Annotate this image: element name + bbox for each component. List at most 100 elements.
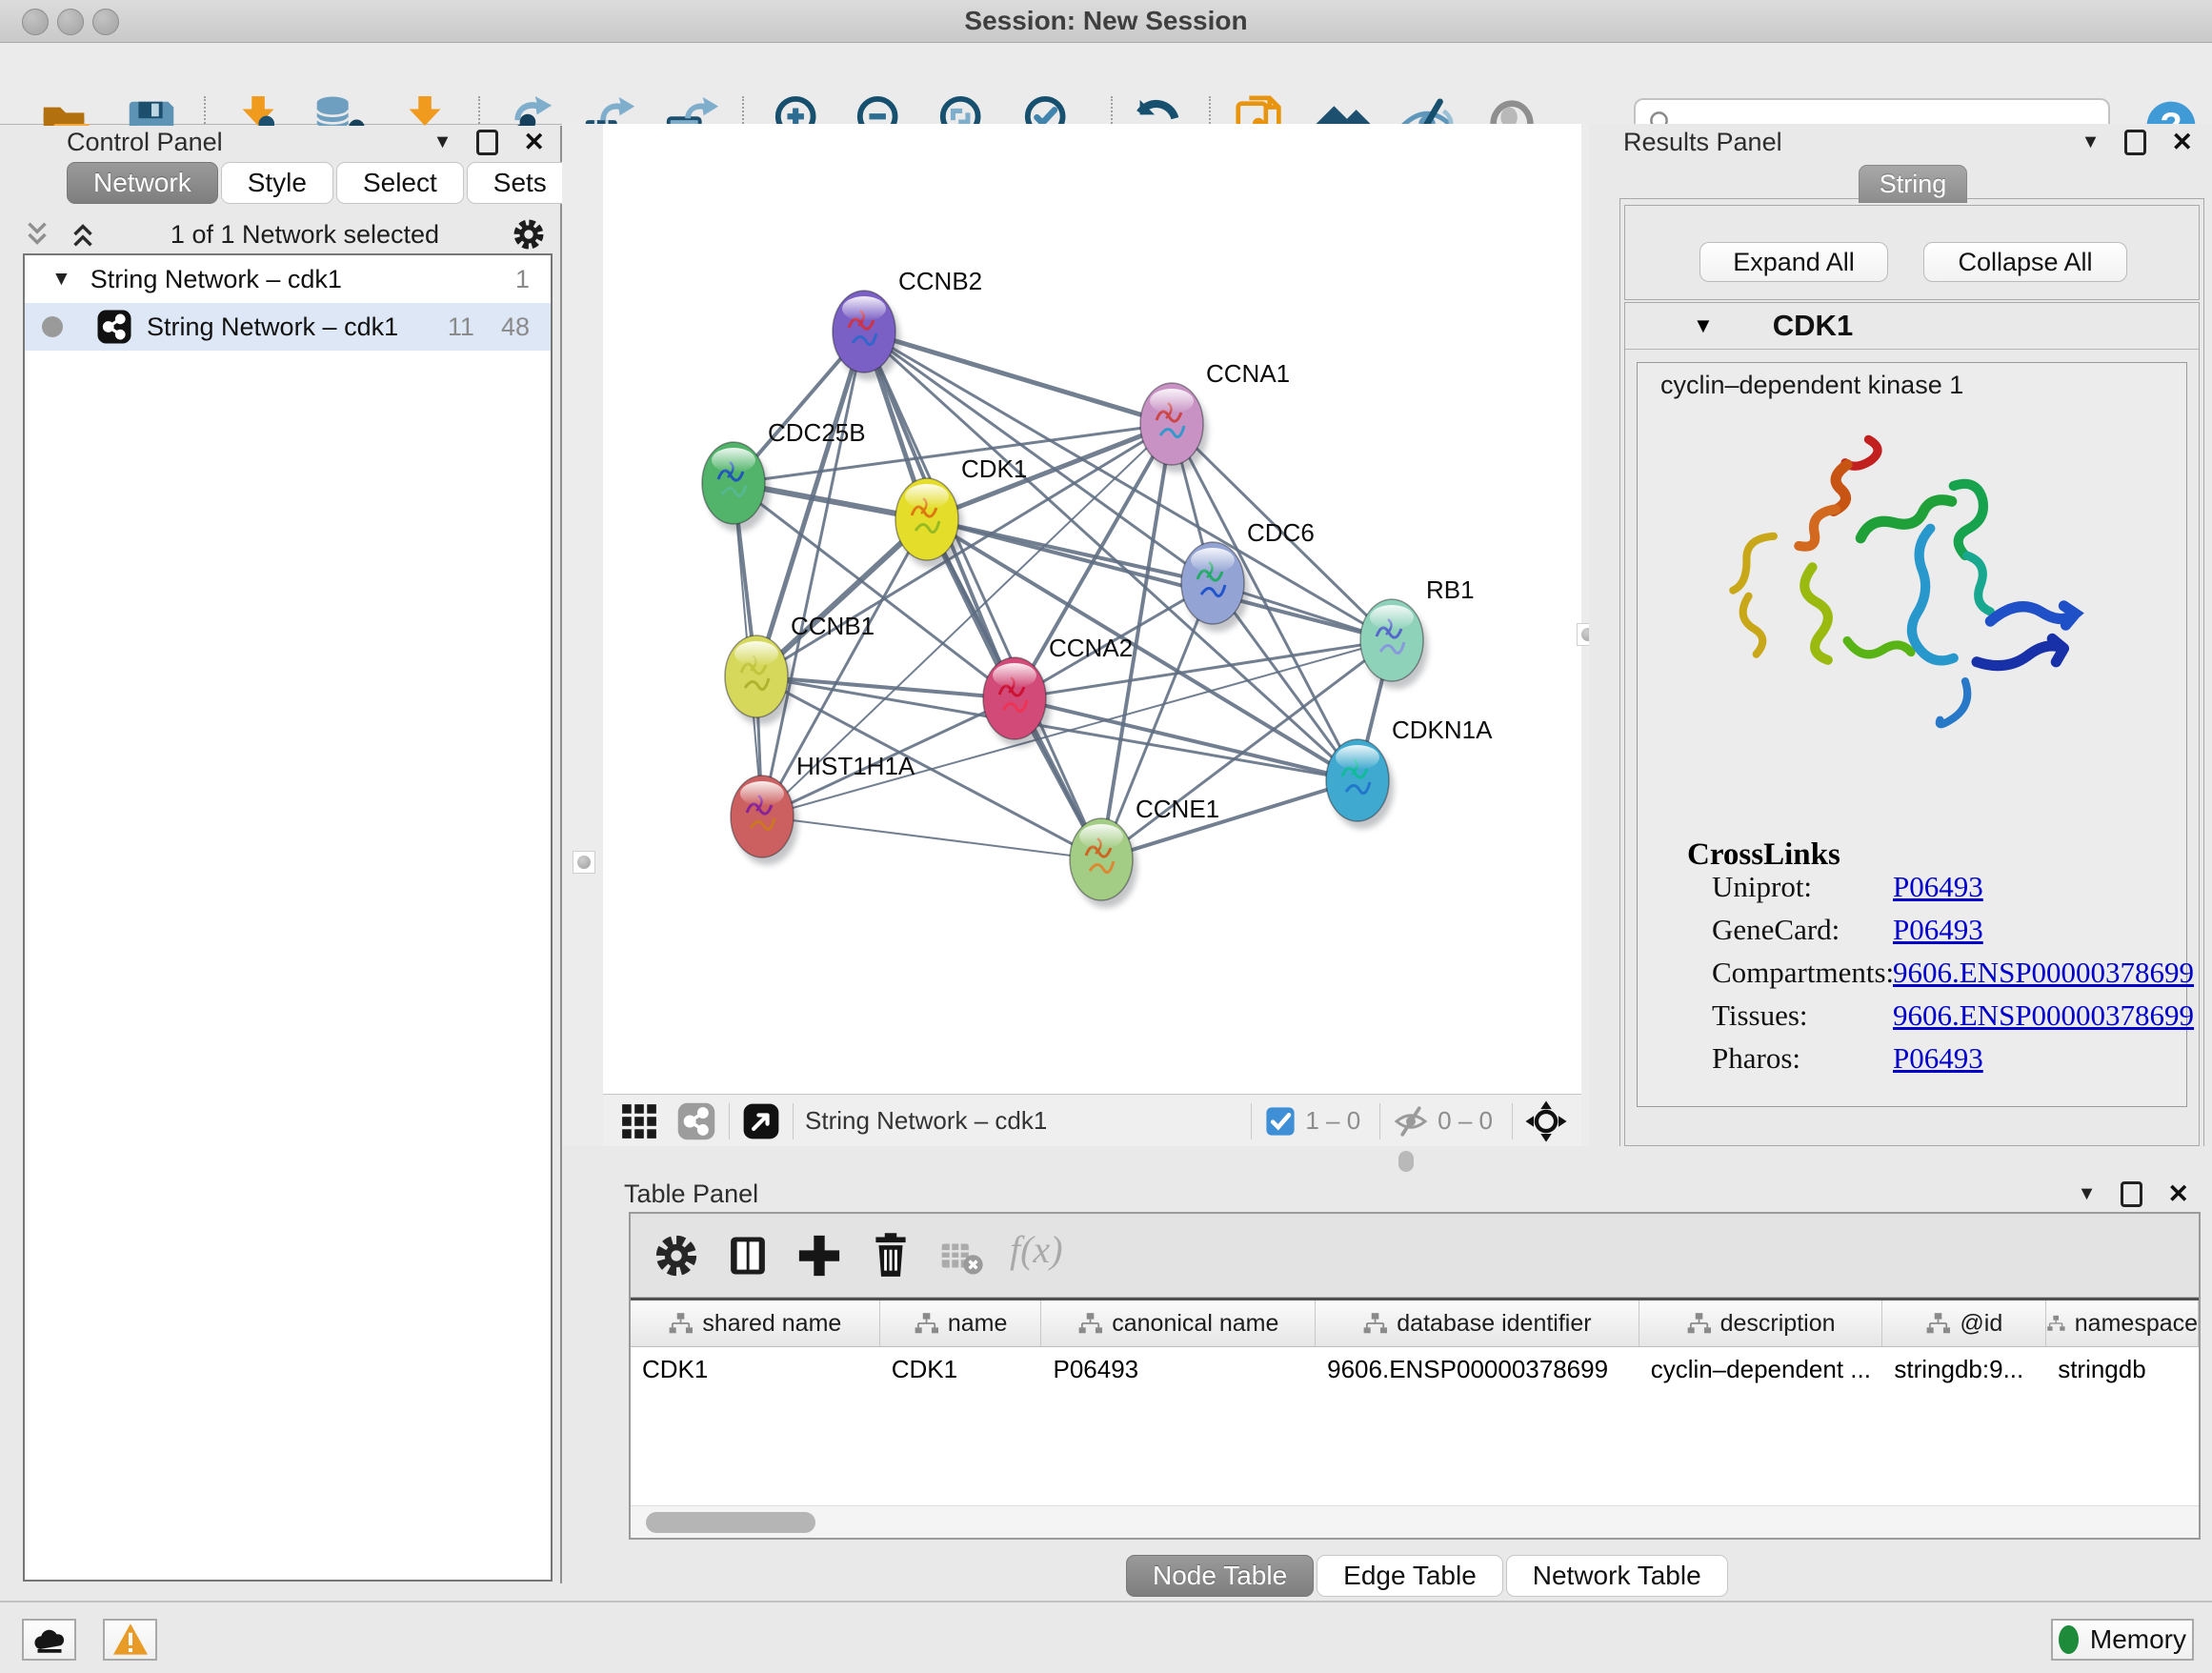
collapse-panel-icon[interactable]: ▼ (2078, 1183, 2097, 1205)
node-label: CDC25B (768, 418, 866, 447)
table-header-row: shared name namecanonical namedatabase id… (631, 1298, 2199, 1347)
network-node-ccnb1[interactable]: CCNB1 (725, 612, 875, 725)
node-label: CDKN1A (1392, 716, 1493, 744)
table-cell: CDK1 (631, 1347, 880, 1391)
results-panel: Results Panel ▼ ✕ String Expand All Coll… (1589, 124, 2212, 1148)
collapse-section-icon[interactable]: ▼ (1693, 313, 1714, 338)
node-label: CDC6 (1247, 518, 1315, 547)
column-header-database-identifier[interactable]: database identifier (1316, 1300, 1639, 1346)
network-selection-status: 1 of 1 Network selected (99, 220, 511, 250)
close-panel-icon[interactable]: ✕ (2167, 1181, 2189, 1207)
grid-view-icon[interactable] (618, 1100, 660, 1142)
splitter-handle[interactable] (573, 851, 595, 874)
show-columns-button[interactable] (723, 1229, 776, 1282)
results-panel-title: Results Panel (1623, 128, 1782, 157)
float-panel-icon[interactable] (2121, 1181, 2142, 1207)
network-collection-row[interactable]: ▼ String Network – cdk1 1 (25, 255, 551, 303)
table-settings-button[interactable] (652, 1229, 705, 1282)
open-in-window-icon[interactable] (741, 1101, 781, 1141)
close-panel-icon[interactable]: ✕ (523, 130, 545, 155)
trash-icon (867, 1232, 915, 1280)
tab-network[interactable]: Network (67, 162, 218, 204)
table-cell: cyclin–dependent ... (1639, 1347, 1883, 1391)
node-label: CCNB1 (791, 612, 875, 640)
tab-style[interactable]: Style (221, 162, 333, 204)
column-header-label: shared name (702, 1310, 841, 1338)
gear-icon[interactable] (511, 216, 547, 252)
vertical-splitter[interactable] (562, 124, 603, 1146)
birds-eye-view-icon[interactable] (675, 1100, 717, 1142)
crosslink-link[interactable]: 9606.ENSP00000378699 (1893, 956, 2194, 990)
function-builder-button[interactable]: f(x) (1010, 1227, 1063, 1272)
tab-node-table[interactable]: Node Table (1126, 1555, 1314, 1597)
minimize-window-button[interactable] (57, 9, 84, 35)
float-panel-icon[interactable] (476, 130, 498, 155)
gene-details: cyclin–dependent kinase 1 (1637, 362, 2187, 1107)
collapse-panel-icon[interactable]: ▼ (2081, 131, 2101, 153)
collapse-all-button[interactable]: Collapse All (1923, 242, 2127, 282)
cloud-status-button[interactable] (22, 1619, 76, 1661)
tab-edge-table[interactable]: Edge Table (1317, 1555, 1503, 1597)
crosslink-link[interactable]: P06493 (1893, 1041, 1983, 1076)
crosslink-label: GeneCard: (1712, 913, 1840, 947)
column-header-shared-name[interactable]: shared name (631, 1300, 880, 1346)
tab-sets[interactable]: Sets (467, 162, 573, 204)
column-header-@id[interactable]: @id (1882, 1300, 2046, 1346)
network-node-ccne1[interactable]: CCNE1 (1070, 795, 1219, 908)
node-label: RB1 (1426, 575, 1475, 604)
splitter-handle[interactable] (1398, 1151, 1414, 1172)
create-column-button[interactable] (794, 1229, 848, 1282)
delete-column-button[interactable] (867, 1229, 920, 1282)
crosslink-link[interactable]: P06493 (1893, 913, 1983, 947)
column-header-description[interactable]: description (1639, 1300, 1883, 1346)
horizontal-splitter[interactable] (562, 1146, 2212, 1178)
network-node-ccna1[interactable]: CCNA1 (1140, 359, 1290, 473)
network-row[interactable]: String Network – cdk1 11 48 (25, 303, 551, 351)
warning-icon (111, 1623, 150, 1657)
scrollbar-thumb[interactable] (646, 1512, 815, 1533)
column-header-namespace[interactable]: namespace (2046, 1300, 2199, 1346)
network-canvas[interactable]: CCNB2CCNA1CDC25BCDK1CDC6RB1CCNB1CCNA2CDK… (603, 124, 1581, 1094)
memory-button[interactable]: Memory (2051, 1619, 2194, 1661)
chevron-double-down-icon[interactable] (21, 218, 53, 251)
crosslink-link[interactable]: 9606.ENSP00000378699 (1893, 998, 2194, 1033)
horizontal-scrollbar[interactable] (631, 1505, 2199, 1538)
table-row[interactable]: CDK1CDK1P064939606.ENSP00000378699cyclin… (631, 1347, 2199, 1391)
shared-column-icon (2046, 1311, 2065, 1336)
string-network-icon (95, 308, 133, 346)
fit-content-crosshair-icon[interactable] (1524, 1099, 1568, 1143)
node-label: CCNA2 (1049, 634, 1133, 662)
selected-checkbox-icon[interactable] (1263, 1104, 1297, 1139)
float-panel-icon[interactable] (2124, 130, 2146, 155)
expand-all-button[interactable]: Expand All (1699, 242, 1888, 282)
control-panel-tabs: NetworkStyleSelectSets (67, 162, 576, 204)
shared-column-icon (1686, 1311, 1711, 1336)
column-header-canonical-name[interactable]: canonical name (1041, 1300, 1316, 1346)
warnings-button[interactable] (103, 1619, 157, 1661)
chevron-double-up-icon[interactable] (67, 218, 99, 251)
hidden-eye-icon[interactable] (1392, 1102, 1430, 1140)
gene-section-header[interactable]: ▼ CDK1 (1625, 303, 2199, 350)
column-header-label: namespace (2075, 1310, 2198, 1338)
zoom-window-button[interactable] (92, 9, 119, 35)
tab-string[interactable]: String (1859, 165, 1967, 203)
tree-expander-icon[interactable]: ▼ (51, 268, 71, 291)
table-cell: stringdb:9... (1882, 1347, 2046, 1391)
table-cell: stringdb (2046, 1347, 2199, 1391)
tab-select[interactable]: Select (336, 162, 464, 204)
expand-collapse-bar: Expand All Collapse All (1624, 205, 2200, 300)
network-status-dot-icon (42, 316, 63, 337)
close-window-button[interactable] (22, 9, 49, 35)
column-header-name[interactable]: name (880, 1300, 1042, 1346)
network-tree: ▼ String Network – cdk1 1 String Network… (23, 253, 553, 1582)
crosslink-link[interactable]: P06493 (1893, 870, 1983, 904)
control-panel: Control Panel ▼ ✕ NetworkStyleSelectSets… (8, 126, 562, 1583)
network-node-rb1[interactable]: RB1 (1360, 575, 1475, 689)
network-view-toolbar: String Network – cdk1 1 – 0 0 – 0 (603, 1094, 1581, 1147)
tab-network-table[interactable]: Network Table (1506, 1555, 1728, 1597)
close-panel-icon[interactable]: ✕ (2171, 130, 2193, 155)
collapse-panel-icon[interactable]: ▼ (433, 131, 452, 153)
network-node-cdkn1a[interactable]: CDKN1A (1326, 716, 1493, 829)
delete-table-button[interactable] (937, 1229, 991, 1282)
window-title: Session: New Session (0, 0, 2212, 42)
